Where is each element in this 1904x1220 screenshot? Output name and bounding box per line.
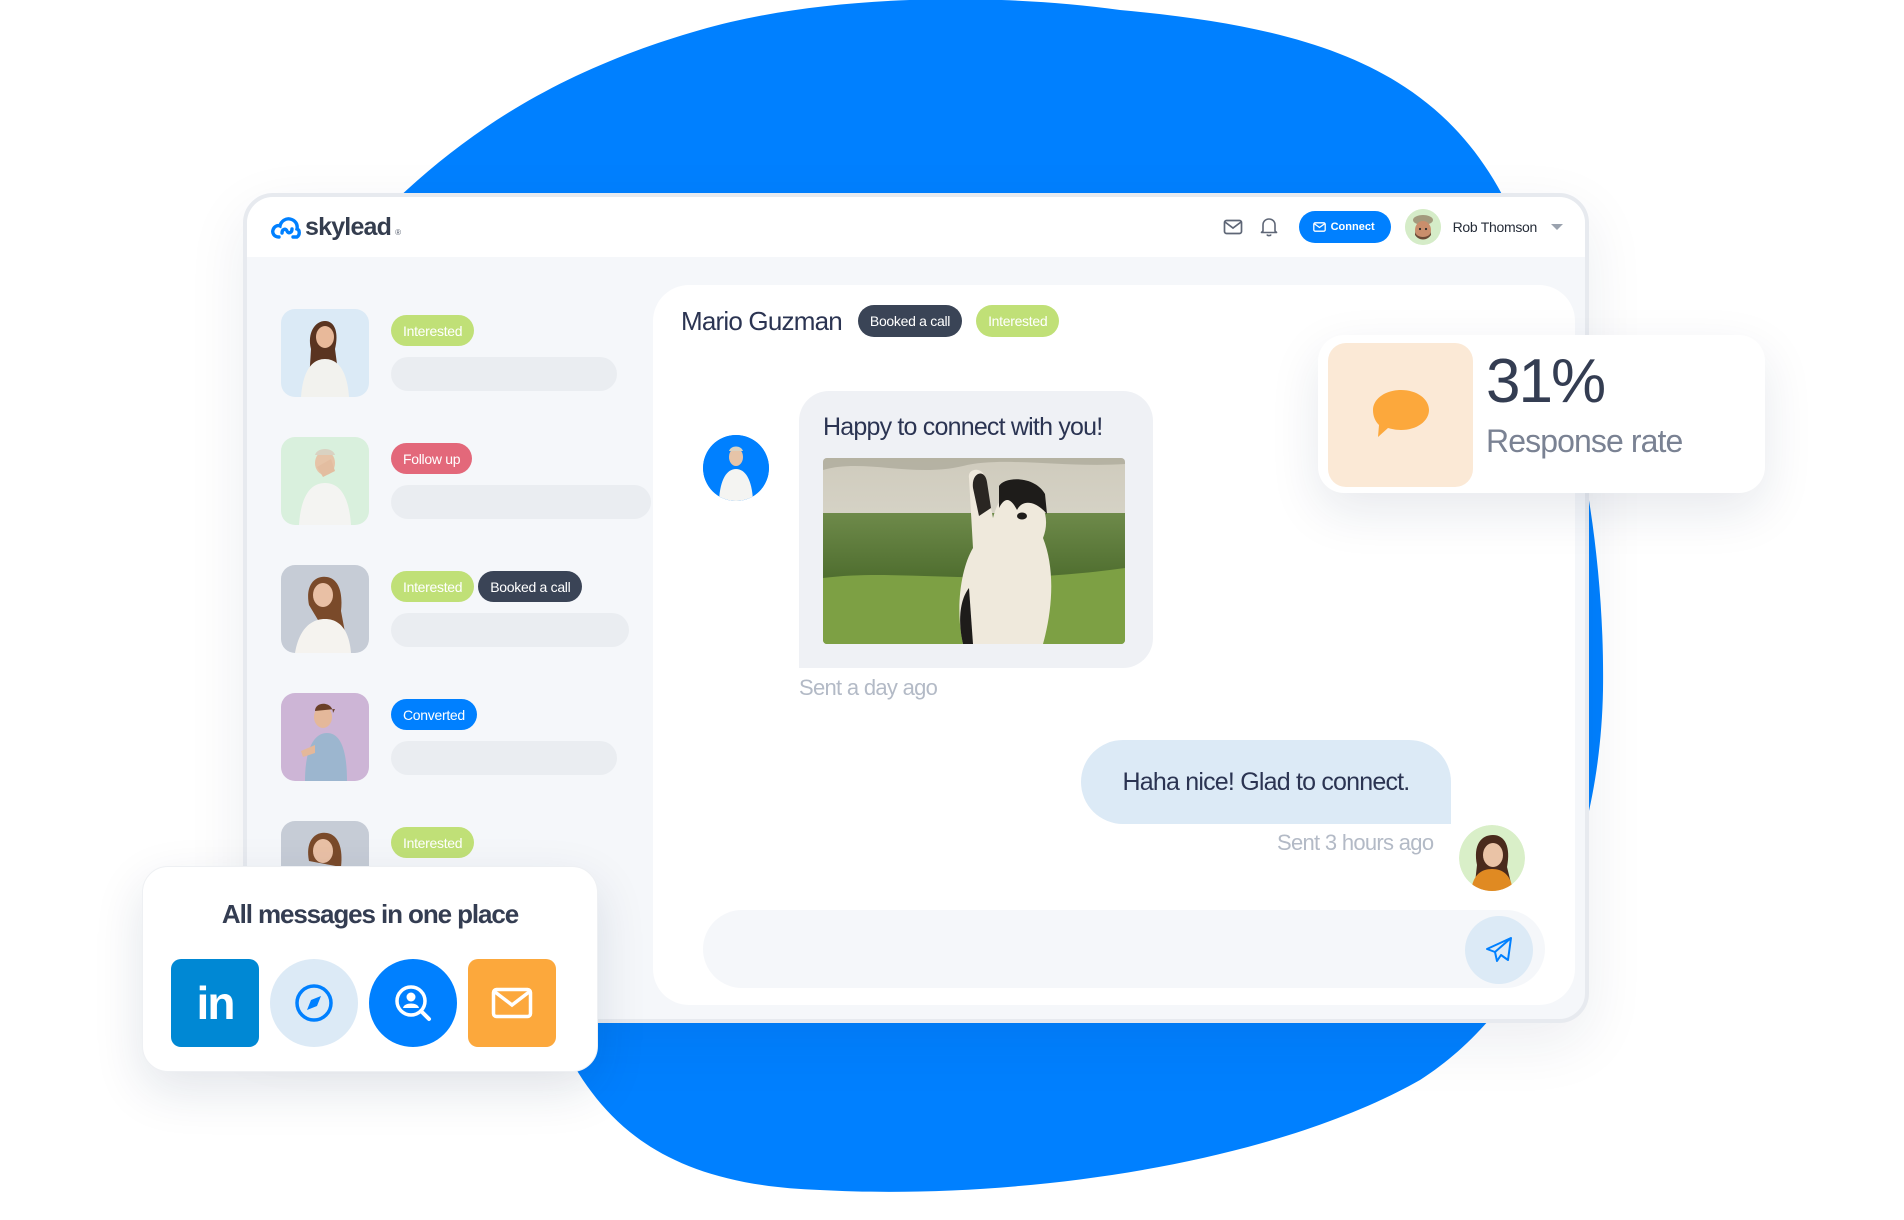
linkedin-glyph: in [196,977,236,1029]
response-rate-card: 31% Response rate [1318,335,1765,493]
top-bar: skylead ® Connect Rob Thomson [247,197,1585,257]
user-name[interactable]: Rob Thomson [1453,219,1538,235]
status-badge: Booked a call [478,571,583,602]
status-badge: Converted [391,699,477,730]
lead-item[interactable]: Interested [281,309,641,437]
person-search-icon[interactable] [369,959,457,1047]
paper-plane-icon [1486,937,1512,962]
user-avatar[interactable] [1404,209,1441,245]
channels-card: All messages in one place in [142,866,598,1072]
logo-text: skylead [305,213,392,241]
stat-icon-tile [1328,343,1473,487]
lead-list: Interested Follow up Interested Booked a… [281,309,651,949]
registered-mark: ® [395,228,402,237]
lead-photo [281,565,369,653]
chevron-down-icon[interactable] [1551,224,1563,230]
message-preview-placeholder [391,741,617,775]
status-badge: Interested [976,305,1060,337]
connect-label: Connect [1330,221,1375,233]
lead-photo [281,309,369,397]
skylead-logo[interactable]: skylead ® [271,213,401,242]
channels-title: All messages in one place [221,899,519,929]
status-badge: Follow up [391,443,473,474]
lead-item[interactable]: Interested Booked a call [281,565,641,693]
contact-avatar [703,435,769,501]
status-badge: Interested [391,827,475,858]
envelope-icon[interactable] [468,959,556,1047]
conversation-header: Mario Guzman Booked a call Interested [681,305,1060,337]
stat-value: 31% [1486,347,1606,416]
message-timestamp: Sent a day ago [799,675,938,700]
stat-label: Response rate [1486,423,1683,459]
status-badge: Booked a call [857,305,963,337]
bell-icon[interactable] [1257,215,1281,239]
message-preview-placeholder [391,485,651,519]
message-timestamp: Sent 3 hours ago [1277,830,1434,855]
user-avatar [1459,825,1525,891]
message-text: Happy to connect with you! [823,413,1103,441]
cloud-logo-icon [271,216,301,239]
envelope-icon [1312,222,1326,232]
envelope-icon[interactable] [1221,215,1245,239]
dog-waving-photo[interactable] [823,458,1125,644]
lead-photo [281,693,369,781]
outgoing-message: Haha nice! Glad to connect. [1081,740,1451,824]
compass-icon[interactable] [270,959,358,1047]
message-preview-placeholder [391,613,629,647]
marketing-hero: skylead ® Connect Rob Thomson Interested… [0,0,1904,1220]
status-badge: Interested [391,571,475,602]
incoming-message: Happy to connect with you! [799,391,1153,668]
linkedin-icon[interactable]: in [171,959,259,1047]
send-button[interactable] [1465,916,1533,984]
message-preview-placeholder [391,357,617,391]
lead-item[interactable]: Converted [281,693,641,821]
lead-item[interactable]: Follow up [281,437,651,565]
status-badge: Interested [391,315,475,346]
connect-button[interactable]: Connect [1298,211,1391,243]
contact-name: Mario Guzman [681,305,843,336]
lead-photo [281,437,369,525]
message-text: Haha nice! Glad to connect. [1122,767,1411,796]
chat-bubble-icon [1372,390,1429,437]
message-input[interactable] [703,910,1545,988]
